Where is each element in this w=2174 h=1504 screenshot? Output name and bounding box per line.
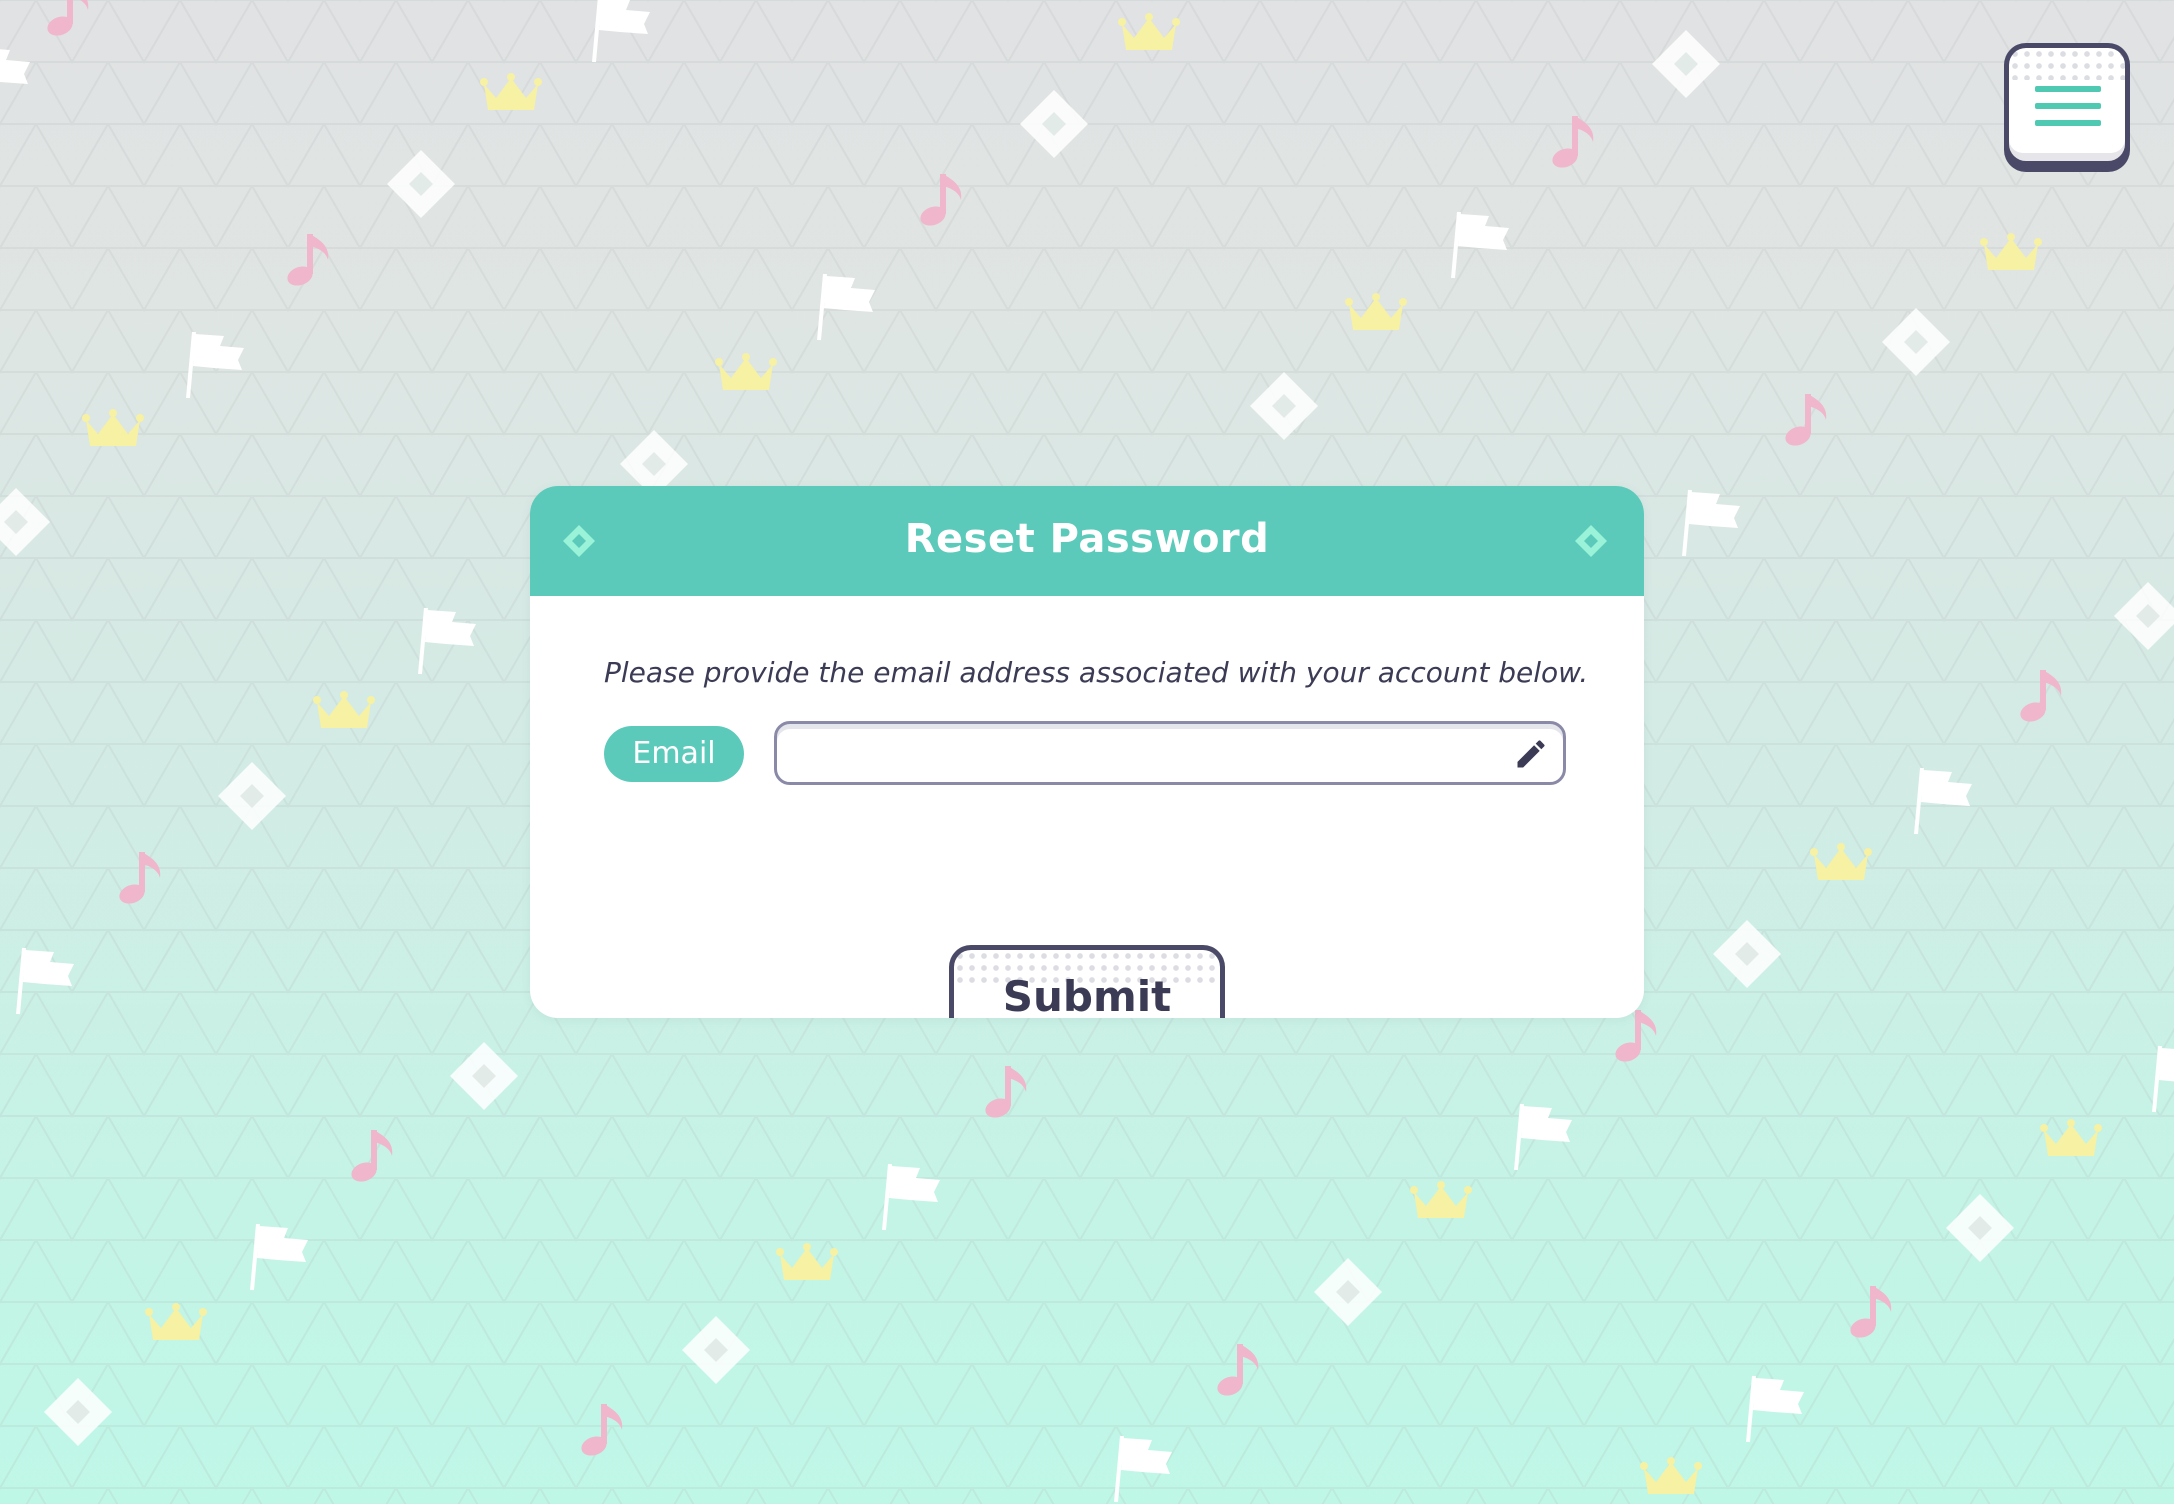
dialog-body: Please provide the email address associa… [530,596,1644,1018]
submit-label: Submit [1002,972,1172,1018]
crown-icon [1640,1456,1702,1504]
crown-icon [145,1302,207,1351]
crown-icon [2040,1118,2102,1167]
music-note-icon [1778,390,1834,459]
flag-icon [1112,1430,1176,1504]
flag-icon [184,326,248,407]
submit-button[interactable]: Submit [949,945,1225,1018]
crown-icon [1810,842,1872,891]
flag-icon [1512,1098,1576,1179]
diamond-icon [1944,1192,2016,1269]
music-note-icon [1545,112,1601,181]
diamond-icon [448,1040,520,1117]
flag-icon [1744,1370,1808,1451]
email-field[interactable] [774,721,1566,785]
diamond-icon [680,1314,752,1391]
email-label: Email [604,726,744,782]
music-note-icon [978,1062,1034,1131]
crown-icon [82,408,144,457]
music-note-icon [2013,666,2069,735]
flag-icon [1680,484,1744,565]
diamond-icon [1650,28,1722,105]
dialog-title: Reset Password [904,516,1270,562]
submit-button-face: Submit [954,950,1220,1018]
hamburger-menu-icon [2035,86,2101,137]
music-note-icon [280,230,336,299]
flag-icon [590,0,654,71]
diamond-icon [1312,1256,1384,1333]
instruction-text: Please provide the email address associa… [604,656,1589,689]
diamond-icon [0,486,52,563]
menu-button[interactable] [2004,43,2130,172]
flag-icon [14,942,78,1023]
diamond-icon [1018,88,1090,165]
music-note-icon [574,1400,630,1469]
menu-button-face [2009,48,2125,161]
diamond-icon [216,760,288,837]
crown-icon [715,352,777,401]
flag-icon [0,40,34,121]
diamond-icon [1575,525,1607,557]
flag-icon [1912,762,1976,843]
music-note-icon [913,170,969,239]
crown-icon [1118,12,1180,61]
flag-icon [880,1158,944,1239]
flag-icon [815,268,879,349]
crown-icon [776,1242,838,1291]
diamond-icon [1880,306,1952,383]
diamond-icon [563,525,595,557]
diamond-icon [1248,370,1320,447]
flag-icon [416,602,480,683]
music-note-icon [112,848,168,917]
music-note-icon [1843,1282,1899,1351]
crown-icon [1980,232,2042,281]
pencil-icon[interactable] [1513,736,1549,772]
diamond-icon [1711,918,1783,995]
flag-icon [248,1218,312,1299]
flag-icon [2150,1040,2174,1121]
music-note-icon [344,1126,400,1195]
crown-icon [1410,1180,1472,1229]
crown-icon [1345,292,1407,341]
dialog-header: Reset Password [530,486,1644,596]
diamond-icon [42,1376,114,1453]
crown-icon [480,72,542,121]
diamond-icon [385,148,457,225]
email-input[interactable] [795,732,1499,778]
music-note-icon [1210,1340,1266,1409]
crown-icon [313,690,375,739]
flag-icon [1449,206,1513,287]
diamond-icon [2112,580,2174,657]
music-note-icon [40,0,96,49]
reset-password-dialog: Reset Password Please provide the email … [530,486,1644,1018]
